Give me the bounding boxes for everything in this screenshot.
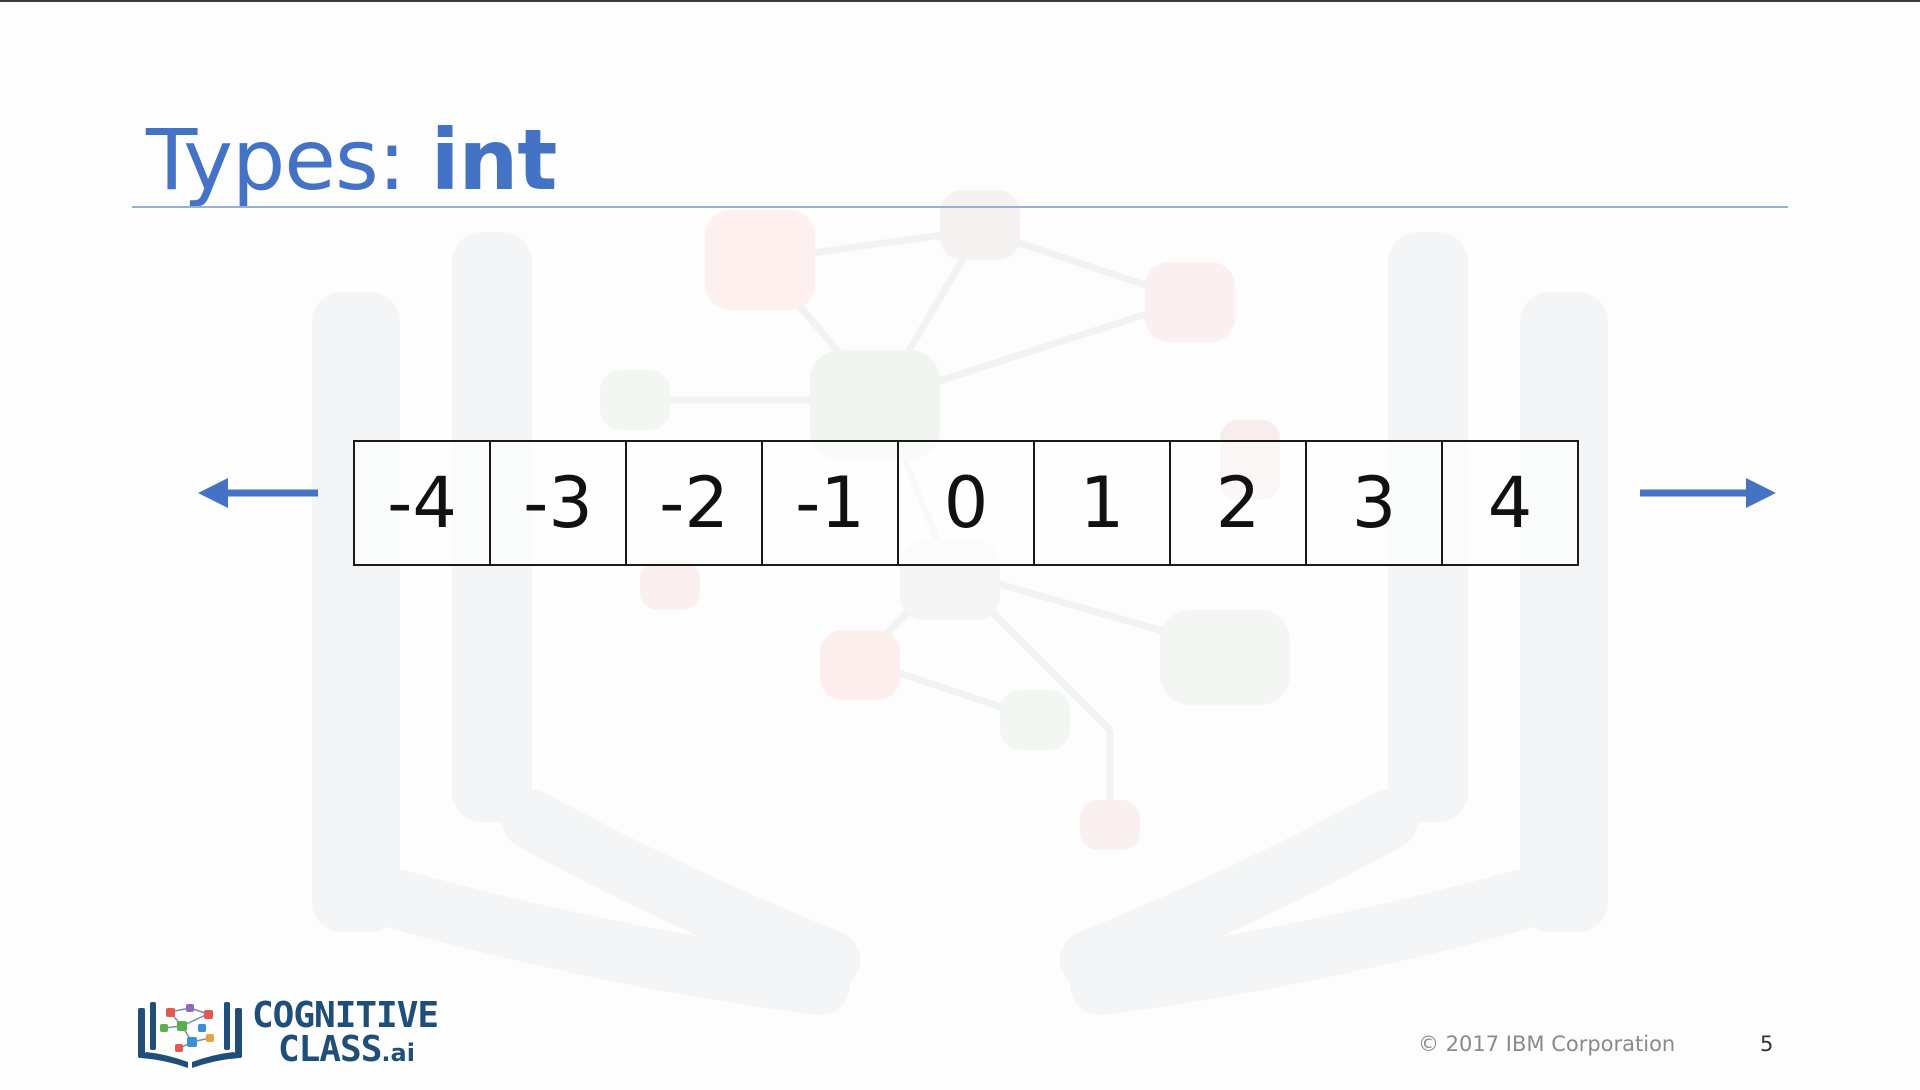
logo-line-1: COGNITIVE <box>252 994 439 1036</box>
number-cell: 4 <box>1487 462 1533 544</box>
number-cell: -1 <box>763 442 899 564</box>
logo-class-word: CLASS <box>278 1028 382 1070</box>
copyright-text: © 2017 IBM Corporation <box>1418 1032 1676 1056</box>
left-arrow-icon <box>198 478 318 508</box>
number-cell: -4 <box>355 442 491 564</box>
book-network-icon <box>138 1002 242 1068</box>
number-cells: -4 -3 -2 -1 0 1 2 3 4 <box>353 440 1579 566</box>
number-cell: 3 <box>1307 442 1443 564</box>
number-line: -4 -3 -2 -1 0 1 2 3 4 <box>0 0 1920 1090</box>
number-cell: 0 <box>899 442 1035 564</box>
logo-wordmark: COGNITIVE CLASS.ai <box>252 994 439 1070</box>
number-cell: 2 <box>1171 442 1307 564</box>
right-arrow-icon <box>1640 478 1776 508</box>
cognitive-class-logo: COGNITIVE CLASS.ai <box>136 994 439 1070</box>
page-number: 5 <box>1760 1032 1774 1056</box>
logo-suffix: .ai <box>381 1038 415 1067</box>
logo-line-2: CLASS.ai <box>252 1031 438 1070</box>
number-cell: 1 <box>1035 442 1171 564</box>
slide: Types: int -4 -3 -2 -1 0 1 2 3 4 COGNITI… <box>0 0 1920 1090</box>
number-cell: -2 <box>627 442 763 564</box>
number-cell: -3 <box>491 442 627 564</box>
